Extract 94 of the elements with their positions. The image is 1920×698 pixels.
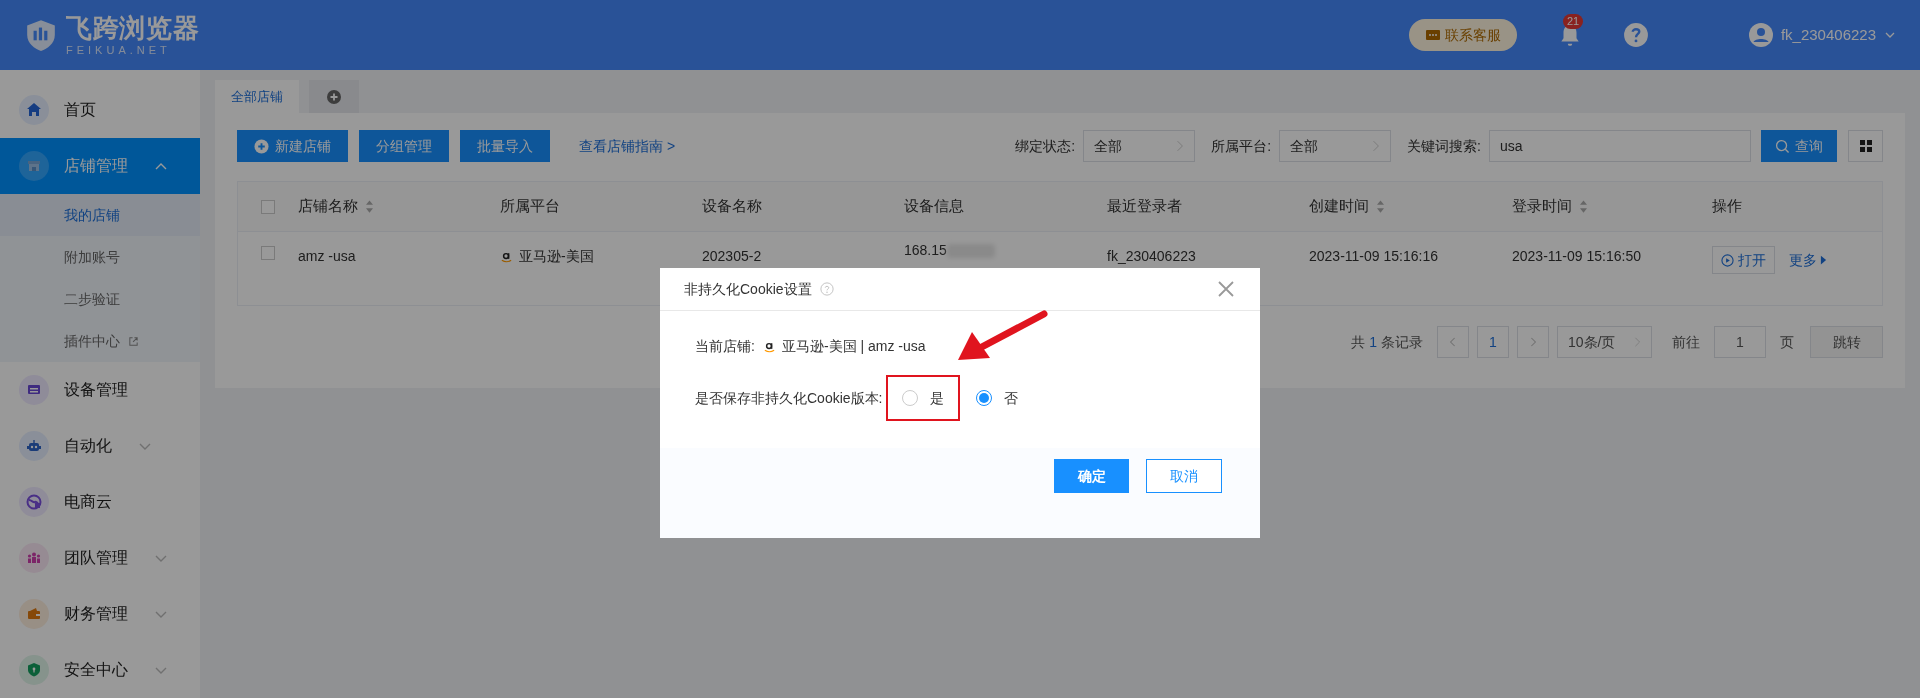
logo-subtitle: FEIKUA.NET bbox=[66, 44, 172, 56]
plus-icon bbox=[254, 138, 269, 154]
home-icon bbox=[19, 95, 49, 125]
open-button[interactable]: 打开 bbox=[1712, 246, 1775, 274]
field-label: 是否保存非持久化Cookie版本: bbox=[695, 388, 883, 408]
toolbar-button[interactable]: 批量导入 bbox=[460, 130, 550, 162]
robot-icon bbox=[19, 431, 49, 461]
guide-link[interactable]: 查看店铺指南 > bbox=[579, 135, 676, 157]
filter-label: 绑定状态: bbox=[1015, 136, 1076, 156]
select-value: 全部 bbox=[1094, 136, 1123, 156]
close-button[interactable] bbox=[1216, 279, 1236, 299]
sidebar-item[interactable]: 团队管理 bbox=[0, 530, 200, 586]
sidebar-item[interactable]: 首页 bbox=[0, 82, 200, 138]
column-header: 设备名称 bbox=[702, 196, 762, 217]
help-icon[interactable] bbox=[1622, 22, 1649, 48]
table-cell-text: 亚马逊-美国 bbox=[519, 247, 594, 266]
sidebar-item[interactable]: 安全中心 bbox=[0, 642, 200, 698]
chat-icon bbox=[1424, 27, 1441, 43]
table-cell: amz -usa bbox=[298, 248, 356, 264]
grid-icon bbox=[1859, 140, 1872, 152]
checkbox[interactable] bbox=[261, 246, 275, 260]
table-cell: 2023-11-09 15:16:50 bbox=[1512, 248, 1641, 264]
sidebar-item[interactable]: 自动化 bbox=[0, 418, 200, 474]
column-header[interactable]: 创建时间 bbox=[1309, 195, 1384, 218]
sidebar-item[interactable]: 店铺管理 bbox=[0, 138, 200, 194]
caret-right-icon bbox=[1820, 255, 1827, 265]
help-icon[interactable] bbox=[819, 282, 834, 296]
column-header: 最近登录者 bbox=[1107, 196, 1182, 217]
search-button[interactable]: 查询 bbox=[1761, 130, 1837, 162]
notification-badge: 21 bbox=[1562, 14, 1584, 29]
table-cell: 2023-11-09 15:16:16 bbox=[1309, 248, 1438, 264]
radio-option[interactable]: 否 bbox=[960, 375, 1035, 421]
submenu-item[interactable]: 插件中心 bbox=[0, 320, 200, 362]
plus-icon bbox=[326, 88, 342, 105]
globe-icon bbox=[19, 487, 49, 517]
play-icon bbox=[1721, 253, 1734, 267]
jump-button[interactable]: 跳转 bbox=[1810, 326, 1883, 358]
dialog-title: 非持久化Cookie设置 bbox=[684, 279, 812, 299]
submenu-item[interactable]: 附加账号 bbox=[0, 236, 200, 278]
more-link[interactable]: 更多 bbox=[1789, 249, 1827, 271]
field-label: 当前店铺: bbox=[695, 336, 755, 356]
team-icon bbox=[19, 543, 49, 573]
support-button[interactable]: 联系客服 bbox=[1408, 19, 1517, 51]
column-header: 所属平台 bbox=[500, 196, 560, 217]
user-menu[interactable]: fk_230406223 bbox=[1748, 23, 1896, 47]
logo-title: 飞跨浏览器 bbox=[66, 14, 200, 41]
sort-icon bbox=[366, 200, 373, 213]
avatar-icon bbox=[1748, 23, 1773, 47]
sort-icon bbox=[1377, 200, 1384, 213]
toolbar-button[interactable]: 分组管理 bbox=[359, 130, 449, 162]
filter-label: 所属平台: bbox=[1211, 136, 1272, 156]
submenu-item[interactable]: 我的店铺 bbox=[0, 194, 200, 236]
logo-shield-icon bbox=[24, 18, 58, 52]
checkbox[interactable] bbox=[261, 199, 275, 214]
close-icon bbox=[1216, 279, 1236, 299]
tab[interactable]: 全部店铺 bbox=[215, 80, 299, 113]
new-store-button[interactable]: 新建店铺 bbox=[237, 130, 348, 162]
column-header: 操作 bbox=[1712, 196, 1742, 217]
select-field[interactable]: 全部 bbox=[1279, 130, 1392, 162]
record-count: 共 1 条记录 bbox=[1351, 332, 1423, 352]
amazon-logo-icon bbox=[500, 250, 513, 263]
select-field[interactable]: 全部 bbox=[1083, 130, 1196, 162]
page-suffix: 页 bbox=[1780, 332, 1794, 352]
table-cell: fk_230406223 bbox=[1107, 248, 1196, 264]
page-button[interactable]: 1 bbox=[1477, 326, 1509, 358]
sidebar-item[interactable]: 设备管理 bbox=[0, 362, 200, 418]
grid-view-button[interactable] bbox=[1848, 130, 1883, 162]
column-header[interactable]: 店铺名称 bbox=[298, 195, 373, 218]
chevron-left-icon bbox=[1449, 337, 1457, 347]
shield-icon bbox=[19, 655, 49, 685]
goto-label: 前往 bbox=[1672, 332, 1700, 352]
column-header: 设备信息 bbox=[904, 196, 964, 217]
sidebar-item[interactable]: 财务管理 bbox=[0, 586, 200, 642]
table-cell-text: 168.15 bbox=[904, 241, 947, 260]
wallet-icon bbox=[19, 599, 49, 629]
radio-option[interactable]: 是 bbox=[886, 375, 961, 421]
chevron-right-icon bbox=[1529, 337, 1537, 347]
card-icon bbox=[19, 375, 49, 405]
add-tab[interactable] bbox=[309, 80, 359, 113]
table-cell: 202305-2 bbox=[702, 248, 762, 264]
submenu-item[interactable]: 二步验证 bbox=[0, 278, 200, 320]
search-icon bbox=[1775, 138, 1790, 154]
sidebar-item[interactable]: 电商云 bbox=[0, 474, 200, 530]
page-input[interactable]: 1 bbox=[1714, 326, 1766, 358]
search-field[interactable]: usa bbox=[1489, 130, 1751, 162]
select-value: 全部 bbox=[1290, 136, 1319, 156]
confirm-button[interactable]: 确定 bbox=[1054, 459, 1129, 493]
page-size-select[interactable]: 10条/页 bbox=[1557, 326, 1652, 358]
sort-icon bbox=[1580, 200, 1587, 213]
column-header[interactable]: 登录时间 bbox=[1512, 195, 1587, 218]
field-value: 亚马逊-美国 | amz -usa bbox=[781, 336, 926, 356]
cancel-button[interactable]: 取消 bbox=[1146, 459, 1222, 493]
external-link-icon bbox=[128, 335, 139, 347]
filter-label: 关键词搜索: bbox=[1407, 136, 1481, 156]
